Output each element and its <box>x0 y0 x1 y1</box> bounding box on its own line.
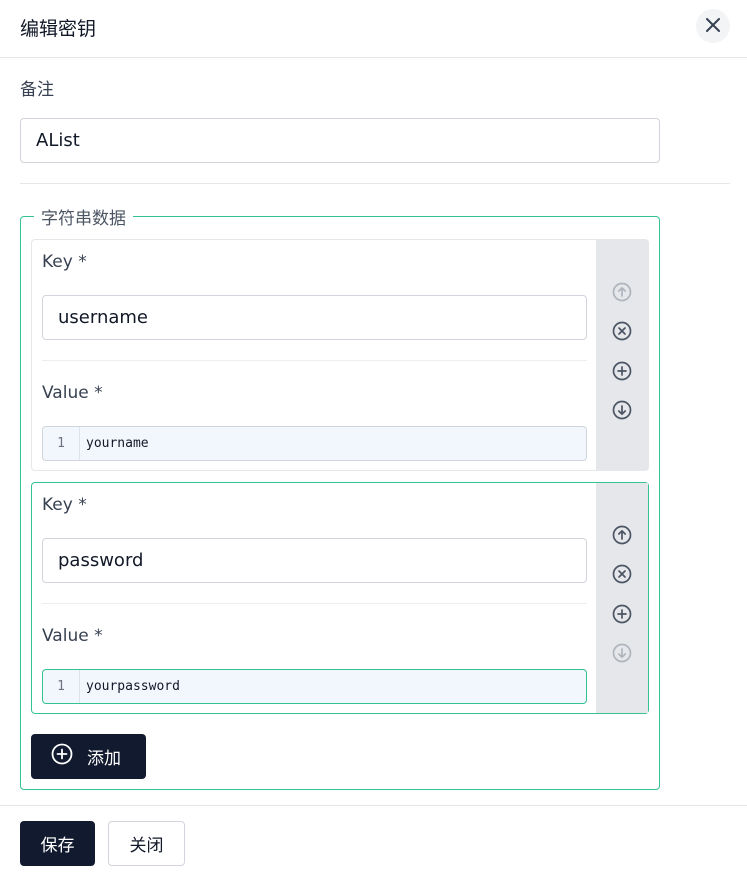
remark-input[interactable] <box>20 118 660 163</box>
arrow-down-circle-icon <box>612 643 632 663</box>
string-data-legend: 字符串数据 <box>34 204 133 229</box>
value-label: Value * <box>42 383 103 403</box>
insert-entry-button[interactable] <box>610 602 634 626</box>
value-text[interactable]: yourname <box>80 436 149 451</box>
key-input[interactable] <box>42 295 587 340</box>
key-label: Key * <box>42 495 87 515</box>
remove-entry-button[interactable] <box>610 319 634 343</box>
dialog-header: 编辑密钥 <box>0 0 747 58</box>
remark-label: 备注 <box>20 80 54 100</box>
x-circle-icon <box>612 564 632 584</box>
add-entry-button[interactable]: 添加 <box>31 734 146 779</box>
key-input[interactable] <box>42 538 587 583</box>
line-number: 1 <box>43 670 80 703</box>
arrow-up-circle-icon <box>612 525 632 545</box>
entry-controls <box>596 483 648 713</box>
insert-entry-button[interactable] <box>610 359 634 383</box>
remove-entry-button[interactable] <box>610 562 634 586</box>
entry-divider <box>42 603 587 604</box>
add-button-label: 添加 <box>87 749 121 769</box>
value-editor[interactable]: 1 yourname <box>42 426 587 461</box>
dialog-title: 编辑密钥 <box>20 18 97 40</box>
move-down-button[interactable] <box>610 398 634 422</box>
entry-divider <box>42 360 587 361</box>
value-text[interactable]: yourpassword <box>80 679 180 694</box>
value-editor[interactable]: 1 yourpassword <box>42 669 587 704</box>
close-icon <box>706 17 720 36</box>
close-button[interactable]: 关闭 <box>108 821 185 866</box>
arrow-down-circle-icon <box>612 400 632 420</box>
plus-circle-icon <box>612 361 632 381</box>
plus-circle-icon <box>612 604 632 624</box>
move-up-button[interactable] <box>610 523 634 547</box>
entry-controls <box>596 240 648 470</box>
line-number: 1 <box>43 427 80 460</box>
plus-circle-icon <box>51 743 87 770</box>
value-label: Value * <box>42 626 103 646</box>
move-down-button[interactable] <box>610 641 634 665</box>
x-circle-icon <box>612 321 632 341</box>
string-entry: Key * Value * 1 yourname <box>31 239 649 471</box>
arrow-up-circle-icon <box>612 282 632 302</box>
save-button[interactable]: 保存 <box>20 821 95 866</box>
move-up-button[interactable] <box>610 280 634 304</box>
footer-divider <box>0 805 747 806</box>
key-label: Key * <box>42 252 87 272</box>
string-entry: Key * Value * 1 yourpassword <box>31 482 649 714</box>
section-divider <box>20 183 730 184</box>
dialog-close-button[interactable] <box>696 9 730 43</box>
